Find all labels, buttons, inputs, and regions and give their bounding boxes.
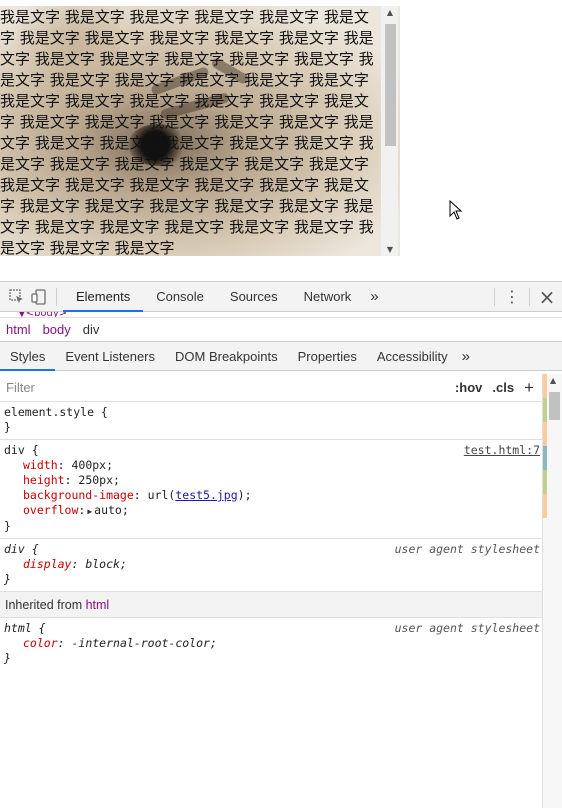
rule-close-brace: } [4,420,11,434]
prop-value: auto; [94,503,129,517]
rule-selector: div { [4,443,39,457]
demo-repeated-text: 我是文字 我是文字 我是文字 我是文字 我是文字 我是文字 我是文字 我是文字 … [0,8,374,256]
toolbar-separator [56,287,57,306]
subtab-event-listeners[interactable]: Event Listeners [55,342,165,371]
page-viewport: 我是文字 我是文字 我是文字 我是文字 我是文字 我是文字 我是文字 我是文字 … [0,0,562,281]
close-icon[interactable]: × [536,285,558,309]
mouse-cursor-icon [449,200,463,220]
expand-triangle-icon[interactable]: ▶ [87,507,92,516]
more-subtabs-icon[interactable]: » [458,342,474,371]
subtab-properties[interactable]: Properties [288,342,367,371]
inherited-label: Inherited from [5,598,86,612]
toolbar-separator [494,287,495,306]
styles-pane: Filter :hov .cls + element.style { } div… [0,374,542,808]
rule-source-link[interactable]: test.html:7 [464,443,540,458]
prop-value: ); [237,488,252,502]
more-tabs-icon[interactable]: » [364,282,384,312]
demo-scrollbar[interactable]: ▲ ▼ [381,6,398,256]
hov-button[interactable]: :hov [455,380,482,395]
styles-scrollbar[interactable]: ▲ [542,374,562,808]
subtab-accessibility[interactable]: Accessibility [367,342,458,371]
prop-value: 400px; [71,458,114,472]
breadcrumb-div[interactable]: div [83,322,100,337]
inherited-from-header: Inherited from html [0,592,542,618]
scrollbar-thumb[interactable] [549,392,560,420]
rule-html-user-agent: html { user agent stylesheet color: -int… [0,618,542,670]
prop-name: height [23,473,65,487]
decl-background-image[interactable]: background-image: url(test5.jpg); [4,488,538,503]
breadcrumb: html body div [0,318,562,342]
rule-div-user-agent: div { user agent stylesheet display: blo… [0,539,542,592]
prop-name: background-image [23,488,134,502]
new-style-rule-icon[interactable]: + [524,378,534,398]
decl-height[interactable]: height: 250px; [4,473,538,488]
rule-close-brace: } [4,651,11,665]
sidebar-subtabs: Styles Event Listeners DOM Breakpoints P… [0,342,562,371]
scroll-up-arrow-icon[interactable]: ▲ [550,376,556,385]
image-url-link[interactable]: test5.jpg [175,488,237,502]
decl-color: color: -internal-root-color; [23,636,217,650]
tab-elements[interactable]: Elements [63,282,144,312]
prop-name: width [23,458,58,472]
inspect-element-icon[interactable] [6,286,28,308]
rule-selector: element.style { [4,405,108,419]
rule-source-label: user agent stylesheet [394,542,540,556]
box-model-color-strip [543,374,547,574]
toolbar-separator [529,287,530,306]
rule-element-style[interactable]: element.style { } [0,402,542,440]
tab-console[interactable]: Console [143,282,217,312]
prop-name: color [23,636,58,650]
styles-filter-bar: Filter :hov .cls + [0,374,542,402]
decl-width[interactable]: width: 400px; [4,458,538,473]
subtab-dom-breakpoints[interactable]: DOM Breakpoints [165,342,288,371]
prop-value: -internal-root-color; [71,636,217,650]
prop-value: url( [147,488,176,502]
device-toolbar-icon[interactable] [28,286,50,308]
subtab-styles[interactable]: Styles [0,342,56,371]
prop-name: overflow [23,503,79,517]
rule-div-author[interactable]: div { test.html:7 width: 400px; height: … [0,440,542,539]
scrollbar-thumb[interactable] [385,24,396,146]
prop-value: 250px; [78,473,120,487]
breadcrumb-html[interactable]: html [6,322,31,337]
devtools-panel: Elements Console Sources Network » ⋮ × ▼… [0,281,562,808]
demo-div-background-image: 我是文字 我是文字 我是文字 我是文字 我是文字 我是文字 我是文字 我是文字 … [0,6,400,256]
scroll-down-arrow-icon[interactable]: ▼ [385,245,395,254]
rule-close-brace: } [4,519,11,533]
filter-input[interactable]: Filter [6,380,455,395]
inherited-tag-link[interactable]: html [86,598,110,612]
decl-display: display: block; [23,557,127,571]
devtools-toolbar: Elements Console Sources Network » ⋮ × [0,282,562,312]
rule-source-label: user agent stylesheet [394,621,540,635]
cls-button[interactable]: .cls [492,380,514,395]
decl-overflow[interactable]: overflow: ▶ auto; [4,503,538,519]
tab-sources[interactable]: Sources [217,282,291,312]
kebab-menu-icon[interactable]: ⋮ [501,286,523,308]
rule-close-brace: } [4,572,11,586]
prop-value: block; [85,557,127,571]
scroll-up-arrow-icon[interactable]: ▲ [385,8,395,17]
prop-name: display [23,557,72,571]
tab-network[interactable]: Network [291,282,365,312]
breadcrumb-body[interactable]: body [43,322,71,337]
